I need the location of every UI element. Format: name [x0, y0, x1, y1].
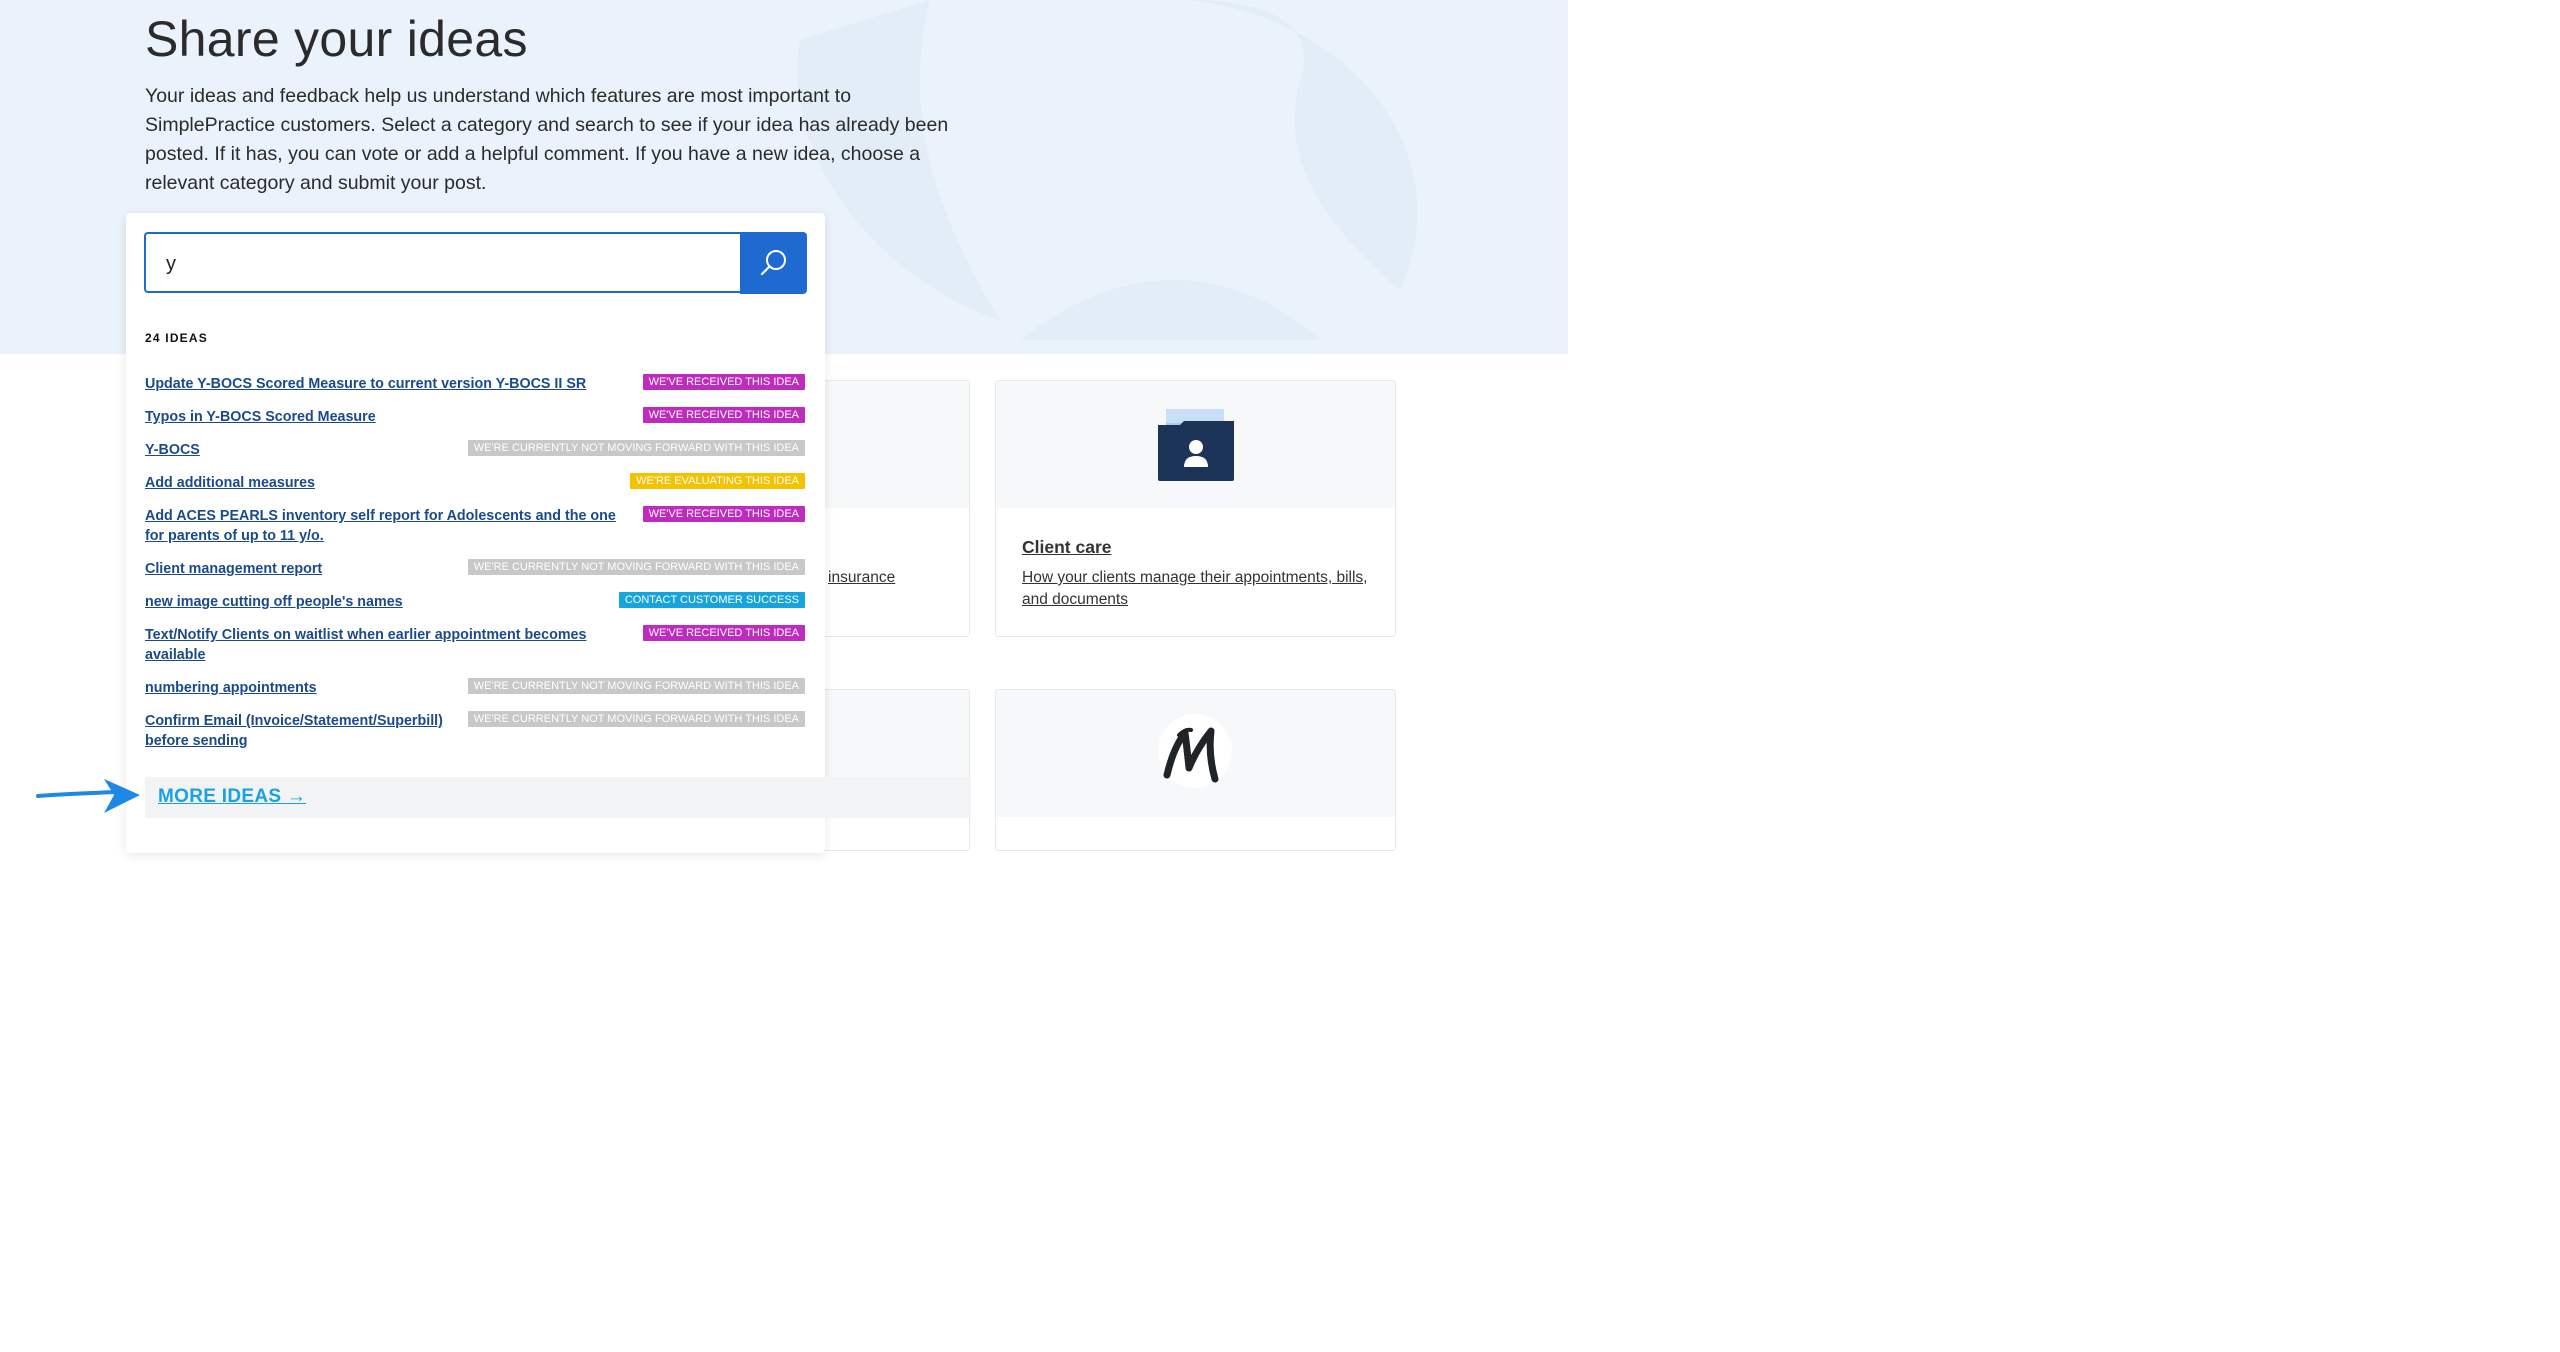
search-box: [144, 232, 740, 293]
result-link[interactable]: Client management report: [145, 559, 322, 579]
result-link-line: Text/Notify Clients on waitlist when ear…: [145, 627, 587, 643]
result-link[interactable]: Typos in Y-BOCS Scored Measure: [145, 407, 376, 427]
category-card-client-care[interactable]: Client care How your clients manage thei…: [995, 380, 1396, 637]
search-icon: [760, 250, 786, 276]
result-link-line: Confirm Email (Invoice/Statement/Superbi…: [145, 713, 443, 729]
search-input[interactable]: [164, 246, 728, 282]
status-badge: WE'VE RECEIVED THIS IDEA: [642, 407, 805, 423]
more-ideas-link[interactable]: MORE IDEAS →: [158, 786, 306, 808]
result-link[interactable]: Update Y-BOCS Scored Measure to current …: [145, 374, 586, 394]
card-description-line: and documents: [1022, 591, 1128, 608]
result-link[interactable]: Confirm Email (Invoice/Statement/Superbi…: [145, 711, 443, 751]
result-link[interactable]: Y-BOCS: [145, 440, 200, 460]
card-desc-fragment[interactable]: insurance: [828, 567, 895, 589]
results-count: 24 IDEAS: [145, 331, 208, 345]
client-folder-icon: [1158, 409, 1234, 481]
status-badge: WE'RE CURRENTLY NOT MOVING FORWARD WITH …: [467, 678, 805, 694]
card-title[interactable]: Client care: [1022, 537, 1111, 558]
result-link-line: for parents of up to 11 y/o.: [145, 528, 324, 544]
more-ideas-bar: MORE IDEAS →: [145, 777, 971, 818]
status-badge: WE'RE CURRENTLY NOT MOVING FORWARD WITH …: [467, 711, 805, 727]
result-link[interactable]: Add additional measures: [145, 473, 315, 493]
card-description-line: How your clients manage their appointmen…: [1022, 569, 1368, 586]
status-badge: WE'RE EVALUATING THIS IDEA: [630, 473, 805, 489]
status-badge: WE'VE RECEIVED THIS IDEA: [642, 625, 805, 641]
result-link[interactable]: Add ACES PEARLS inventory self report fo…: [145, 506, 616, 546]
page-title: Share your ideas: [145, 11, 528, 67]
category-card-monarch[interactable]: [995, 689, 1396, 851]
search-button[interactable]: [740, 232, 807, 294]
result-link-line: Add ACES PEARLS inventory self report fo…: [145, 508, 616, 524]
status-badge: WE'VE RECEIVED THIS IDEA: [642, 506, 805, 522]
result-link[interactable]: numbering appointments: [145, 678, 317, 698]
pointer-arrow-icon: [36, 779, 140, 813]
result-link-line: available: [145, 647, 206, 663]
card-description[interactable]: How your clients manage their appointmen…: [1022, 567, 1367, 611]
monarch-logo: [1158, 714, 1232, 788]
status-badge: WE'RE CURRENTLY NOT MOVING FORWARD WITH …: [467, 440, 805, 456]
result-link[interactable]: Text/Notify Clients on waitlist when ear…: [145, 625, 586, 665]
page-intro: Your ideas and feedback help us understa…: [145, 85, 949, 194]
status-badge: WE'VE RECEIVED THIS IDEA: [642, 374, 805, 390]
result-link-line: before sending: [145, 733, 248, 749]
status-badge: CONTACT CUSTOMER SUCCESS: [618, 592, 805, 608]
status-badge: WE'RE CURRENTLY NOT MOVING FORWARD WITH …: [467, 559, 805, 575]
result-link[interactable]: new image cutting off people's names: [145, 592, 403, 612]
